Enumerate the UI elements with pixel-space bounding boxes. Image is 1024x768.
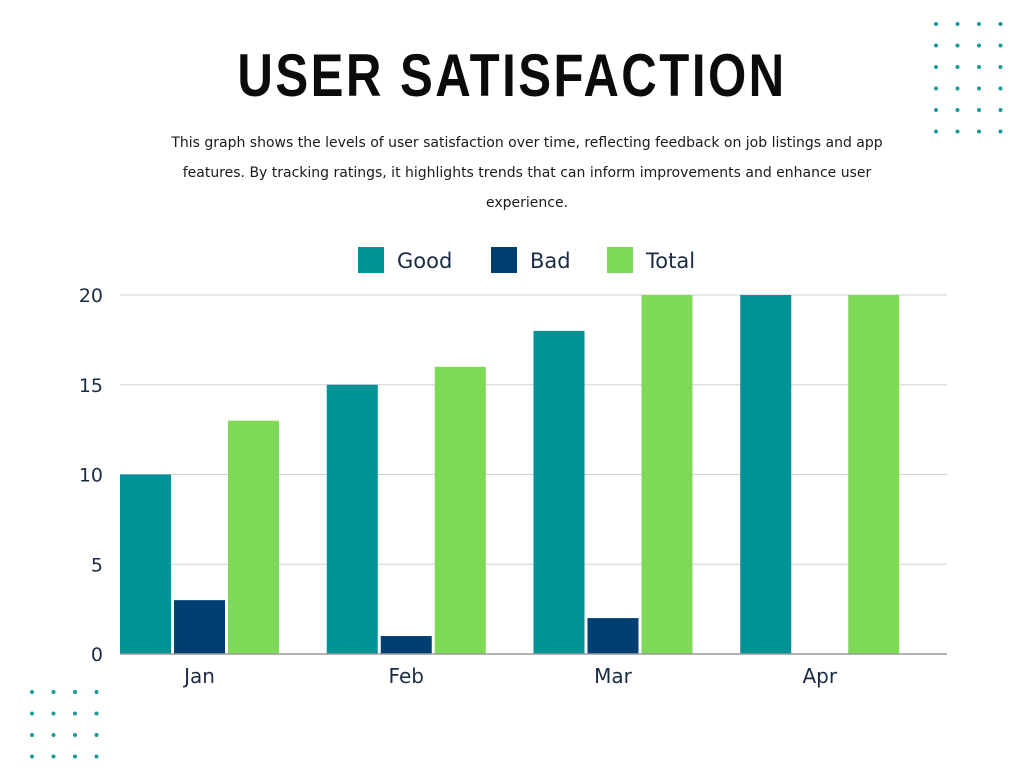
- bar-bad-feb: [380, 636, 432, 654]
- bar-bad-mar: [587, 618, 639, 654]
- bar-bad-jan: [174, 600, 225, 654]
- y-tick-label: 20: [79, 285, 103, 307]
- y-tick-label: 0: [91, 644, 103, 666]
- legend-label: Good: [397, 249, 452, 273]
- legend-label: Bad: [530, 249, 571, 273]
- bar-good-jan: [120, 474, 171, 654]
- x-tick-label: Apr: [802, 664, 837, 688]
- bar-good-apr: [740, 295, 792, 654]
- legend-swatch: [607, 247, 633, 273]
- bar-good-mar: [533, 330, 585, 654]
- legend-entry-bad: Bad: [491, 247, 571, 273]
- legend-label: Total: [645, 249, 695, 273]
- x-tick-label: Jan: [182, 664, 215, 688]
- bar-total-mar: [641, 295, 693, 654]
- legend-entry-good: Good: [358, 247, 452, 273]
- bar-total-feb: [434, 366, 486, 654]
- bar-good-feb: [326, 384, 378, 654]
- y-tick-label: 5: [91, 554, 103, 576]
- bar-total-jan: [228, 420, 279, 654]
- x-tick-label: Feb: [389, 664, 424, 688]
- bar-chart: 0 5 10 15 20 Jan Feb Mar Apr Good Bad Total: [79, 247, 947, 688]
- x-tick-label: Mar: [594, 664, 633, 688]
- y-tick-label: 15: [79, 375, 103, 397]
- legend-entry-total: Total: [607, 247, 695, 273]
- bar-total-apr: [848, 295, 900, 654]
- legend-swatch: [491, 247, 517, 273]
- legend-swatch: [358, 247, 384, 273]
- y-tick-label: 10: [79, 465, 103, 487]
